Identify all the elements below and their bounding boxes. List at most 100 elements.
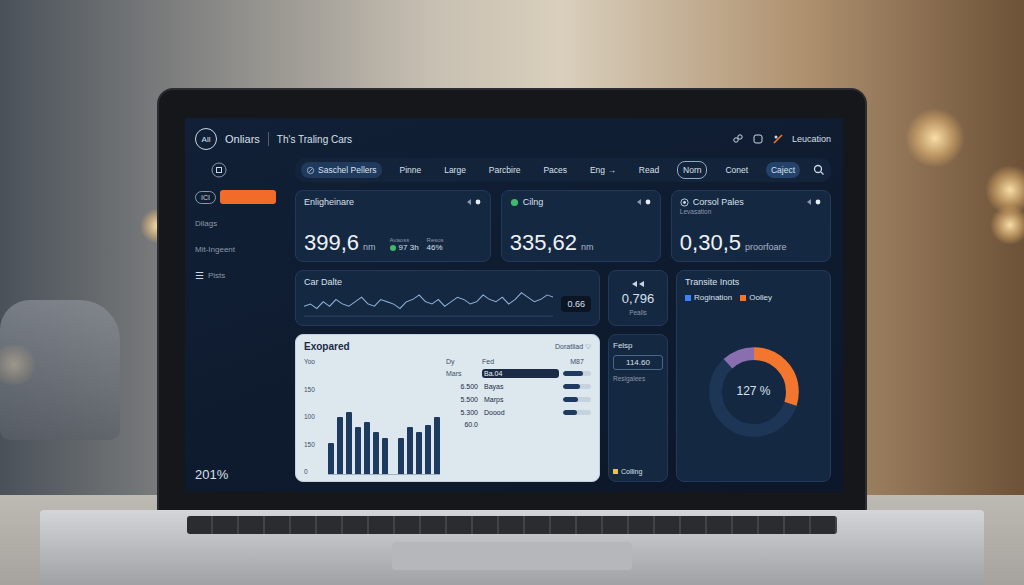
- location-label[interactable]: Leucation: [792, 134, 831, 144]
- metric-unit: nm: [363, 242, 376, 252]
- search-icon[interactable]: [813, 164, 825, 176]
- bar[interactable]: [328, 443, 334, 474]
- filter-tab[interactable]: Saschel Pellers: [301, 162, 382, 178]
- data-table: DyFedM87MarsBa.046.500Bayas5.500Marps5.3…: [446, 358, 591, 475]
- bar[interactable]: [425, 425, 431, 474]
- sidebar-item[interactable]: Dllags: [195, 216, 287, 230]
- mini-label: Pealls: [629, 309, 647, 316]
- column-header: Mars: [446, 370, 478, 377]
- status-icon: [510, 198, 519, 207]
- filter-tab[interactable]: Eng →: [585, 162, 621, 178]
- sidebar-label: Mit-Ingeent: [195, 245, 235, 254]
- bar[interactable]: [434, 417, 440, 474]
- sidebar-item[interactable]: ICI: [195, 190, 287, 204]
- filter-bar: Saschel Pellers Pinne Large Parcbire Pac…: [295, 158, 831, 182]
- card-title: Felsp: [613, 341, 663, 350]
- bar[interactable]: [364, 422, 370, 474]
- legend-card[interactable]: Felsp114.60ResigaleesColling: [608, 334, 668, 482]
- row-label[interactable]: Bayas: [482, 382, 559, 391]
- row-label[interactable]: Marps: [482, 395, 559, 404]
- bar[interactable]: [382, 438, 388, 474]
- controls-icon[interactable]: [806, 198, 822, 206]
- sidebar-label: Pists: [208, 271, 225, 280]
- stat-card[interactable]: Enligheinare399,6nmAvaoss97 3hResos46%: [295, 190, 491, 262]
- row-label[interactable]: Doood: [482, 408, 559, 417]
- card-header: Enligheinare: [304, 197, 482, 207]
- bar[interactable]: [337, 417, 343, 474]
- filter-tab[interactable]: Read: [634, 162, 664, 178]
- filter-tab[interactable]: Pinne: [395, 162, 427, 178]
- metric-unit: nm: [581, 242, 594, 252]
- column-header: M87: [563, 358, 591, 365]
- laptop-base: [40, 510, 984, 585]
- bar[interactable]: [416, 432, 422, 474]
- divider: [268, 132, 269, 146]
- app-name: Onliars: [225, 133, 260, 145]
- sidebar-item[interactable]: ☰Pists: [195, 268, 287, 282]
- card-body: 335,62nm: [510, 231, 652, 255]
- card-title: Enligheinare: [304, 197, 354, 207]
- legend-swatch: [740, 295, 746, 301]
- legend-item: Rogination: [685, 293, 732, 302]
- metric-value: 0,30,5: [680, 231, 741, 255]
- stat-card[interactable]: Cilng 335,62nm: [501, 190, 661, 262]
- mini-card[interactable]: 0,796Pealls: [608, 270, 668, 326]
- filter-tab[interactable]: Parcbire: [484, 162, 526, 178]
- status-dot: [390, 245, 396, 251]
- controls-icon[interactable]: [636, 198, 652, 206]
- filter-tab[interactable]: Caject: [766, 162, 800, 178]
- trend-card[interactable]: Car Dalte0.66: [295, 270, 600, 326]
- mini-stat-label: Avaoss: [390, 237, 419, 243]
- card-title: Exopared: [304, 341, 350, 352]
- card-subtitle: Levasation: [680, 208, 822, 215]
- bar[interactable]: [355, 427, 361, 474]
- row-value: 5.500: [446, 396, 478, 403]
- logo[interactable]: All: [195, 128, 217, 150]
- value-box: 114.60: [613, 355, 663, 370]
- window-icon[interactable]: [752, 133, 764, 145]
- chart-legend: RoginationOolley: [685, 293, 822, 302]
- sidebar-label: ICI: [195, 191, 216, 204]
- row-label[interactable]: Ba.04: [482, 369, 559, 378]
- breakdown-card[interactable]: Transite InotsRoginationOolley127 %: [676, 270, 831, 482]
- card-header: Corsol Pales: [680, 197, 822, 207]
- bar[interactable]: [346, 412, 352, 474]
- trend-row: 0.66: [304, 291, 591, 317]
- bar[interactable]: [398, 438, 404, 474]
- street-light: [905, 108, 965, 168]
- bar[interactable]: [373, 432, 379, 474]
- sidebar-footer: 201%: [195, 467, 287, 482]
- mini-stat-value: 46%: [427, 243, 444, 252]
- trend-badge: 0.66: [561, 296, 591, 312]
- detail-link[interactable]: Doratliad ♡: [555, 343, 591, 351]
- row-bar-track: [563, 371, 591, 376]
- filter-tab[interactable]: Large: [439, 162, 471, 178]
- blurred-car: [0, 300, 120, 440]
- top-bar: AllOnliarsTh's Traling CarsLeucation: [195, 126, 831, 152]
- mini-stat-value: 97 3h: [390, 243, 419, 252]
- filter-tab[interactable]: Conet: [720, 162, 753, 178]
- menu-icon[interactable]: [211, 162, 227, 178]
- card-header: Exopared Doratliad ♡: [304, 341, 591, 352]
- donut-value: 127 %: [706, 384, 802, 398]
- card-body: Yoo1501001500DyFedM87MarsBa.046.500Bayas…: [304, 358, 591, 475]
- card-header: Cilng: [510, 197, 652, 207]
- filter-tab[interactable]: Norn: [677, 161, 707, 179]
- row-bar-fill: [563, 397, 578, 402]
- metric-unit: proorfoare: [745, 242, 787, 252]
- row-bar-fill: [563, 371, 583, 376]
- mini-stat: Avaoss97 3h: [390, 237, 419, 252]
- share-icon[interactable]: [732, 133, 744, 145]
- stat-cards: Enligheinare399,6nmAvaoss97 3hResos46%Ci…: [295, 190, 831, 262]
- alert-icon[interactable]: [772, 133, 784, 145]
- row-bar-track: [563, 410, 591, 415]
- controls-icon[interactable]: [466, 198, 482, 206]
- filter-tab[interactable]: Paces: [538, 162, 572, 178]
- street-light: [990, 205, 1024, 245]
- expanded-card[interactable]: ExoparedDoratliad ♡Yoo1501001500DyFedM87…: [295, 334, 600, 482]
- legend-item: Colling: [613, 468, 663, 475]
- sidebar-item[interactable]: Mit-Ingeent: [195, 242, 287, 256]
- photo-scene: AllOnliarsTh's Traling CarsLeucationICID…: [0, 0, 1024, 585]
- stat-card[interactable]: Corsol PalesLevasation 0,30,5 proorfoare: [671, 190, 831, 262]
- bar[interactable]: [407, 427, 413, 474]
